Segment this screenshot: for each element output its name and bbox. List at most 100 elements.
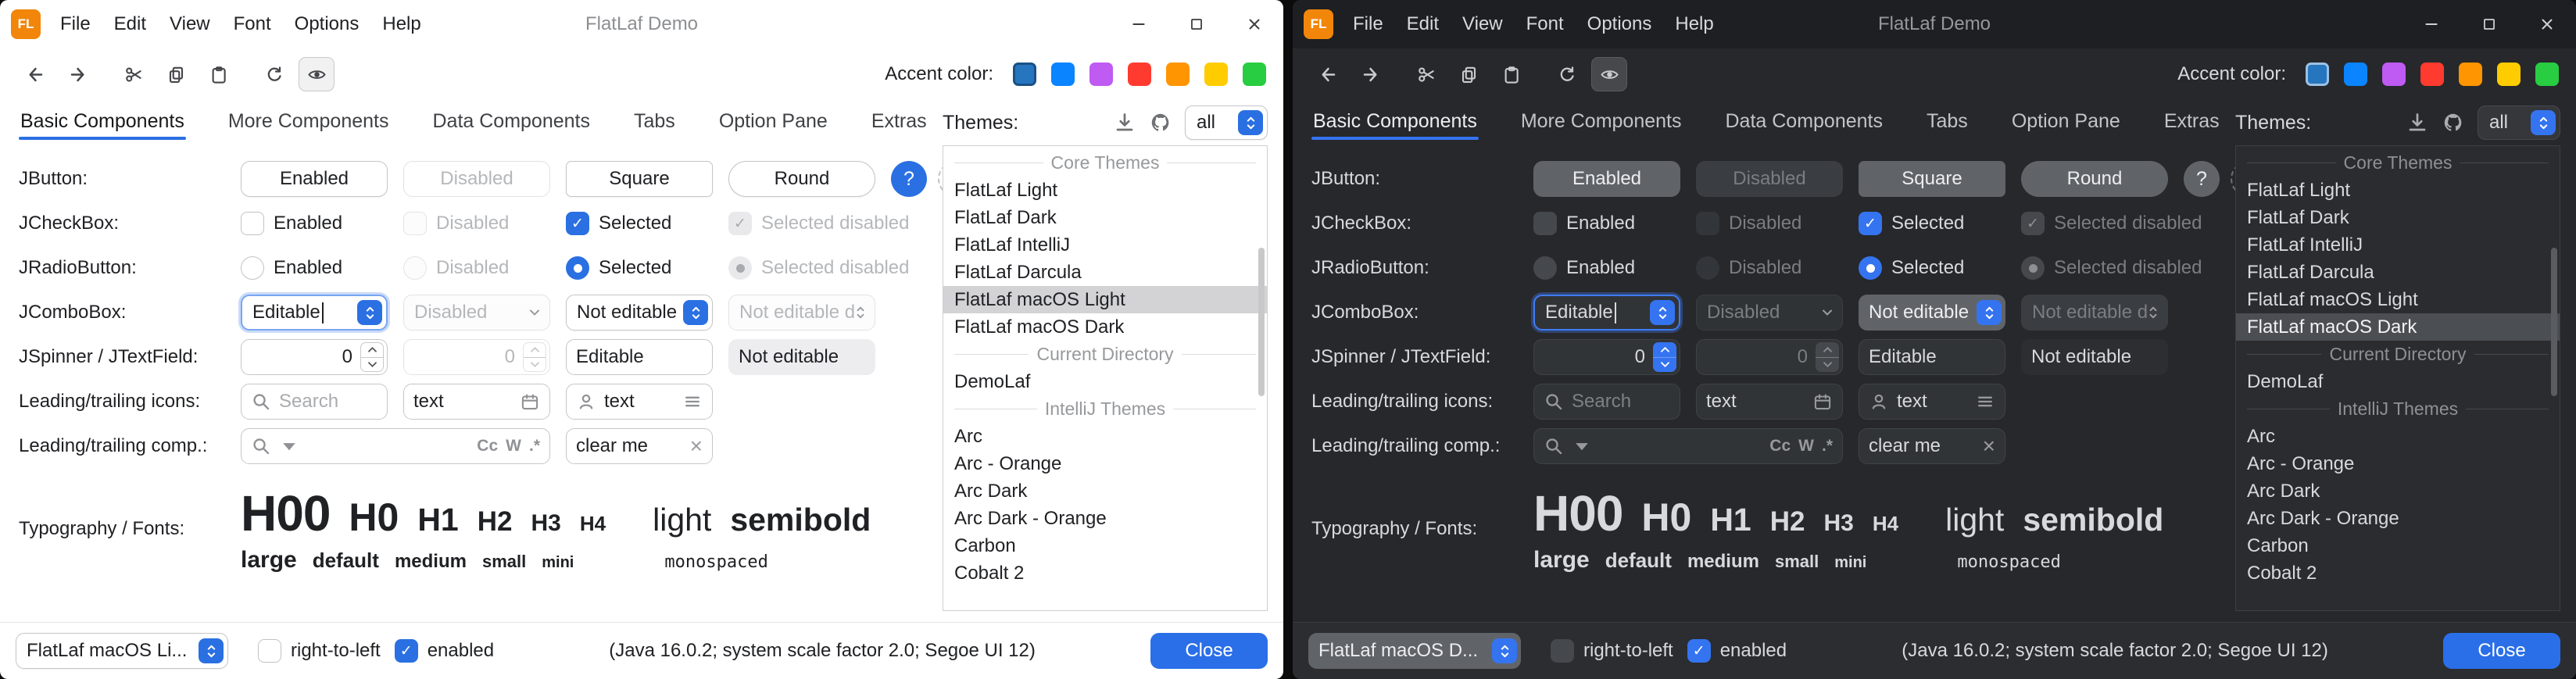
menu-font[interactable]: Font — [1515, 0, 1576, 48]
right-to-left-checkbox[interactable]: right-to-left — [258, 639, 381, 663]
menu-edit[interactable]: Edit — [1395, 0, 1451, 48]
accent-swatch-default[interactable] — [1013, 63, 1036, 86]
theme-item[interactable]: FlatLaf Light — [943, 177, 1267, 204]
theme-item[interactable]: Arc - Orange — [943, 450, 1267, 477]
theme-item[interactable]: FlatLaf Darcula — [943, 259, 1267, 286]
accent-swatch-green[interactable] — [2535, 63, 2559, 86]
menu-file[interactable]: File — [48, 0, 102, 48]
clear-me-input[interactable]: clear me× — [566, 428, 713, 464]
copy-button[interactable] — [1451, 57, 1487, 91]
list-icon[interactable] — [1975, 391, 1995, 412]
radio-selected[interactable]: Selected — [1859, 256, 2005, 280]
checkbox-icon[interactable] — [241, 212, 264, 235]
themes-filter-combobox[interactable]: all — [1185, 105, 1268, 140]
enabled-button[interactable]: Enabled — [1533, 161, 1680, 197]
combobox-arrow-button[interactable] — [1238, 110, 1263, 135]
maximize-button[interactable] — [2460, 0, 2518, 48]
spinner-stepper[interactable] — [360, 342, 384, 372]
accent-swatch-orange[interactable] — [2459, 63, 2482, 86]
clear-icon[interactable]: × — [690, 435, 703, 457]
tab-tabs[interactable]: Tabs — [632, 110, 677, 145]
checkbox-icon[interactable] — [258, 639, 281, 663]
checkbox-selected[interactable]: ✓Selected — [566, 212, 713, 235]
date-input[interactable]: text — [403, 384, 550, 420]
help-button[interactable]: ? — [891, 161, 927, 197]
accent-swatch-purple[interactable] — [2382, 63, 2406, 86]
user-input[interactable]: text — [1859, 384, 2005, 420]
tab-option-pane[interactable]: Option Pane — [2010, 110, 2122, 145]
not-editable-combobox[interactable]: Not editable — [566, 295, 713, 331]
whole-words-icon[interactable]: W — [506, 437, 521, 456]
checkbox-checked-icon[interactable]: ✓ — [1859, 212, 1882, 235]
tab-extras[interactable]: Extras — [2163, 110, 2221, 145]
accent-swatch-purple[interactable] — [1089, 63, 1113, 86]
help-button[interactable]: ? — [2184, 161, 2220, 197]
radio-icon[interactable] — [241, 256, 264, 280]
close-button[interactable]: Close — [2443, 633, 2560, 669]
theme-item[interactable]: Arc — [943, 423, 1267, 450]
minimize-button[interactable] — [2402, 0, 2460, 48]
theme-item-selected[interactable]: FlatLaf macOS Dark — [2236, 313, 2560, 341]
menu-options[interactable]: Options — [283, 0, 371, 48]
theme-item[interactable]: Arc Dark — [2236, 477, 2560, 505]
checkbox-enabled[interactable]: Enabled — [241, 212, 388, 235]
spinner[interactable]: 0 — [1533, 339, 1680, 375]
radio-icon[interactable] — [1533, 256, 1557, 280]
date-input[interactable]: text — [1696, 384, 1843, 420]
combobox-arrow-button[interactable] — [2531, 110, 2556, 135]
download-icon[interactable] — [2406, 111, 2429, 134]
enabled-button[interactable]: Enabled — [241, 161, 388, 197]
enabled-checkbox[interactable]: ✓enabled — [1687, 639, 1787, 663]
match-case-icon[interactable]: Cc — [477, 437, 498, 456]
combobox-arrow-button[interactable] — [1650, 300, 1675, 325]
close-window-button[interactable] — [2518, 0, 2576, 48]
theme-item[interactable]: Cobalt 2 — [2236, 559, 2560, 587]
radio-enabled[interactable]: Enabled — [1533, 256, 1680, 280]
paste-button[interactable] — [1493, 57, 1529, 91]
editable-combobox[interactable]: Editable — [241, 295, 388, 331]
right-to-left-checkbox[interactable]: right-to-left — [1551, 639, 1673, 663]
theme-item[interactable]: FlatLaf IntelliJ — [943, 231, 1267, 259]
radio-selected-icon[interactable] — [1859, 256, 1882, 280]
chevron-up-icon[interactable] — [1653, 342, 1676, 357]
round-button[interactable]: Round — [728, 161, 875, 197]
tab-data-components[interactable]: Data Components — [1723, 110, 1884, 145]
accent-swatch-red[interactable] — [1128, 63, 1151, 86]
search-options-input[interactable]: CcW.* — [241, 428, 550, 464]
menu-help[interactable]: Help — [1663, 0, 1725, 48]
tab-option-pane[interactable]: Option Pane — [717, 110, 829, 145]
tab-tabs[interactable]: Tabs — [1925, 110, 1970, 145]
calendar-icon[interactable] — [520, 391, 540, 412]
back-button[interactable] — [1310, 57, 1346, 91]
square-button[interactable]: Square — [566, 161, 713, 197]
editable-textfield[interactable]: Editable — [566, 339, 713, 375]
close-button[interactable]: Close — [1150, 633, 1268, 669]
paste-button[interactable] — [200, 57, 236, 91]
theme-item[interactable]: FlatLaf Dark — [943, 204, 1267, 231]
checkbox-checked-icon[interactable]: ✓ — [566, 212, 589, 235]
search-input[interactable]: Search — [241, 384, 388, 420]
theme-item[interactable]: Arc Dark — [943, 477, 1267, 505]
theme-item[interactable]: FlatLaf macOS Dark — [943, 313, 1267, 341]
user-input[interactable]: text — [566, 384, 713, 420]
caret-down-icon[interactable] — [279, 436, 299, 456]
menu-help[interactable]: Help — [370, 0, 432, 48]
spinner-stepper[interactable] — [1653, 342, 1676, 372]
lookandfeel-combobox[interactable]: FlatLaf macOS Li... — [16, 633, 228, 669]
calendar-icon[interactable] — [1812, 391, 1833, 412]
scrollbar-thumb[interactable] — [1258, 248, 1265, 396]
menu-edit[interactable]: Edit — [102, 0, 158, 48]
theme-item[interactable]: FlatLaf Light — [2236, 177, 2560, 204]
checkbox-checked-icon[interactable]: ✓ — [395, 639, 418, 663]
theme-item-selected[interactable]: FlatLaf macOS Light — [943, 286, 1267, 313]
copy-button[interactable] — [158, 57, 194, 91]
theme-item[interactable]: DemoLaf — [943, 368, 1267, 395]
show-eye-toggle-button[interactable] — [1591, 57, 1627, 91]
radio-selected-icon[interactable] — [566, 256, 589, 280]
clear-icon[interactable]: × — [1983, 435, 1995, 457]
list-icon[interactable] — [682, 391, 703, 412]
theme-item[interactable]: Arc — [2236, 423, 2560, 450]
close-window-button[interactable] — [1225, 0, 1283, 48]
theme-item[interactable]: Arc Dark - Orange — [2236, 505, 2560, 532]
accent-swatch-blue[interactable] — [1051, 63, 1075, 86]
